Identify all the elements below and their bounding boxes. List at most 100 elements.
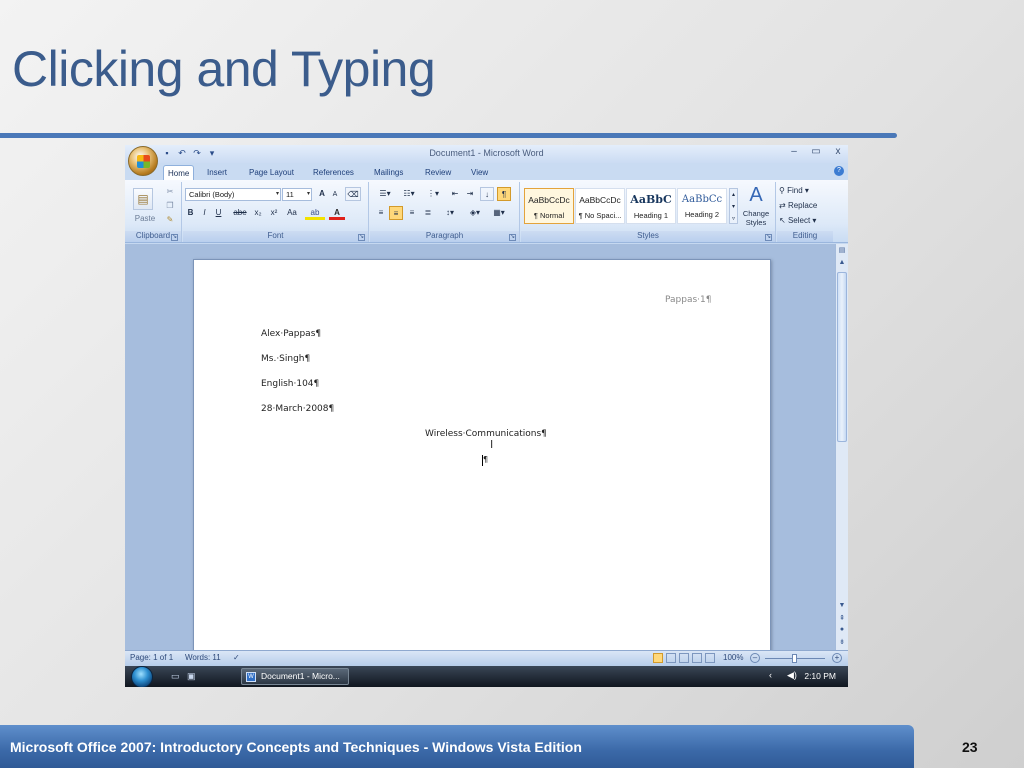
style-normal[interactable]: AaBbCcDc ¶ Normal <box>524 188 574 224</box>
zoom-slider-thumb[interactable] <box>792 654 797 663</box>
copy-icon[interactable]: ❐ <box>163 199 177 213</box>
replace-button[interactable]: ⇄ Replace <box>779 199 829 213</box>
doc-line-course[interactable]: English·104¶ <box>261 379 319 389</box>
grow-font-button[interactable]: A <box>315 187 329 201</box>
format-painter-icon[interactable]: ✎ <box>163 213 177 227</box>
select-browse-object-icon[interactable]: ● <box>837 626 847 636</box>
italic-button[interactable]: I <box>199 206 210 220</box>
paste-button[interactable]: Paste <box>129 212 161 226</box>
superscript-button[interactable]: x² <box>267 206 281 220</box>
tab-home[interactable]: Home <box>163 165 195 180</box>
scroll-up-icon[interactable]: ▲ <box>837 259 847 269</box>
dialog-launcher-icon[interactable]: ↘ <box>509 234 516 241</box>
tab-page-layout[interactable]: Page Layout <box>245 165 298 180</box>
style-sample: AaBbC <box>630 193 672 206</box>
office-button[interactable] <box>128 146 158 176</box>
paste-icon[interactable]: ▤ <box>133 188 153 210</box>
select-button[interactable]: ↖ Select ▾ <box>779 214 829 228</box>
editing-group: ⚲ Find ▾ ⇄ Replace ↖ Select ▾ Editing <box>777 182 833 242</box>
web-layout-icon[interactable] <box>679 653 689 663</box>
minimize-button[interactable]: – <box>783 146 805 160</box>
cut-icon[interactable]: ✂ <box>163 185 177 199</box>
full-screen-reading-icon[interactable] <box>666 653 676 663</box>
bold-button[interactable]: B <box>185 206 196 220</box>
taskbar-word-button[interactable]: W Document1 - Micro... <box>241 668 349 685</box>
justify-icon[interactable]: ≣ <box>421 206 435 220</box>
tab-references[interactable]: References <box>309 165 358 180</box>
page-indicator[interactable]: Page: 1 of 1 <box>130 653 173 662</box>
increase-indent-icon[interactable]: ⇥ <box>463 187 477 201</box>
subscript-button[interactable]: x₂ <box>251 206 265 220</box>
find-button[interactable]: ⚲ Find ▾ <box>779 184 829 198</box>
change-case-button[interactable]: Aa <box>283 206 301 220</box>
show-desktop-icon[interactable]: ▭ <box>171 671 180 682</box>
clear-formatting-icon[interactable]: ⌫ <box>345 187 361 201</box>
draft-view-icon[interactable] <box>705 653 715 663</box>
shading-icon[interactable]: ◈▾ <box>464 206 486 220</box>
scroll-thumb[interactable] <box>837 272 847 442</box>
print-layout-view-icon[interactable] <box>653 653 663 663</box>
previous-page-icon[interactable]: ⇞ <box>837 614 847 624</box>
decrease-indent-icon[interactable]: ⇤ <box>448 187 462 201</box>
tab-review[interactable]: Review <box>421 165 455 180</box>
center-icon[interactable]: ≡ <box>389 206 403 220</box>
maximize-button[interactable]: ▭ <box>805 146 827 160</box>
font-color-icon[interactable]: A <box>329 206 345 220</box>
dialog-launcher-icon[interactable]: ↘ <box>171 234 178 241</box>
show-hide-button[interactable]: ¶ <box>497 187 511 201</box>
tab-insert[interactable]: Insert <box>203 165 231 180</box>
close-button[interactable]: x <box>827 146 848 160</box>
change-styles-button[interactable]: Change Styles <box>739 209 773 229</box>
vertical-scrollbar[interactable]: ▤ ▲ ▼ ⇞ ● ⇟ <box>835 244 848 650</box>
slide-footer: Microsoft Office 2007: Introductory Conc… <box>0 725 914 768</box>
style-heading-1[interactable]: AaBbC Heading 1 <box>626 188 676 224</box>
tab-mailings[interactable]: Mailings <box>370 165 407 180</box>
document-page[interactable]: Pappas·1¶ Alex·Pappas¶ Ms.·Singh¶ Englis… <box>193 259 771 654</box>
dialog-launcher-icon[interactable]: ↘ <box>358 234 365 241</box>
align-left-icon[interactable]: ≡ <box>374 206 388 220</box>
word-count[interactable]: Words: 11 <box>185 653 221 662</box>
doc-line-teacher[interactable]: Ms.·Singh¶ <box>261 354 310 364</box>
ruler-toggle-icon[interactable]: ▤ <box>837 246 847 256</box>
doc-line-name[interactable]: Alex·Pappas¶ <box>261 329 321 339</box>
zoom-out-icon[interactable]: – <box>750 653 760 663</box>
slide-title: Clicking and Typing <box>12 41 436 97</box>
switch-windows-icon[interactable]: ▣ <box>187 671 196 682</box>
align-right-icon[interactable]: ≡ <box>405 206 419 220</box>
multilevel-list-icon[interactable]: ⋮▾ <box>422 187 444 201</box>
document-area[interactable]: Pappas·1¶ Alex·Pappas¶ Ms.·Singh¶ Englis… <box>125 244 835 654</box>
line-spacing-icon[interactable]: ↕▾ <box>440 206 460 220</box>
tab-view[interactable]: View <box>467 165 492 180</box>
page-header-text[interactable]: Pappas·1¶ <box>665 295 711 305</box>
view-buttons <box>653 653 715 663</box>
dialog-launcher-icon[interactable]: ↘ <box>765 234 772 241</box>
font-name-combo[interactable]: Calibri (Body) ▾ <box>185 188 281 201</box>
styles-scroll-icon[interactable]: ▴ ▾ ▿ <box>729 188 738 224</box>
doc-line-title[interactable]: Wireless·Communications¶ <box>425 429 547 439</box>
sort-icon[interactable]: ↓ <box>480 187 494 201</box>
doc-line-date[interactable]: 28·March·2008¶ <box>261 404 334 414</box>
scroll-down-icon[interactable]: ▼ <box>837 602 847 612</box>
highlight-icon[interactable]: ab <box>305 206 325 220</box>
outline-view-icon[interactable] <box>692 653 702 663</box>
next-page-icon[interactable]: ⇟ <box>837 638 847 648</box>
start-button[interactable] <box>131 666 153 687</box>
borders-icon[interactable]: ▦▾ <box>488 206 510 220</box>
volume-icon[interactable]: ◀) <box>787 670 797 681</box>
tray-expand-icon[interactable]: ‹ <box>769 670 772 680</box>
zoom-in-icon[interactable]: + <box>832 653 842 663</box>
style-no-spacing[interactable]: AaBbCcDc ¶ No Spaci... <box>575 188 625 224</box>
font-size-combo[interactable]: 11 ▾ <box>282 188 312 201</box>
shrink-font-button[interactable]: A <box>329 188 341 202</box>
style-heading-2[interactable]: AaBbCc Heading 2 <box>677 188 727 224</box>
bullets-icon[interactable]: ☰▾ <box>374 187 396 201</box>
zoom-level[interactable]: 100% <box>723 653 743 662</box>
binoculars-icon: ⚲ <box>779 186 785 195</box>
strikethrough-button[interactable]: abe <box>231 206 249 220</box>
help-icon[interactable]: ? <box>834 166 844 176</box>
underline-button[interactable]: U <box>213 206 224 220</box>
style-sample: AaBbCcDc <box>579 195 621 205</box>
system-clock[interactable]: 2:10 PM <box>804 671 836 681</box>
numbering-icon[interactable]: ☷▾ <box>398 187 420 201</box>
proofing-icon[interactable]: ✓ <box>233 653 240 662</box>
